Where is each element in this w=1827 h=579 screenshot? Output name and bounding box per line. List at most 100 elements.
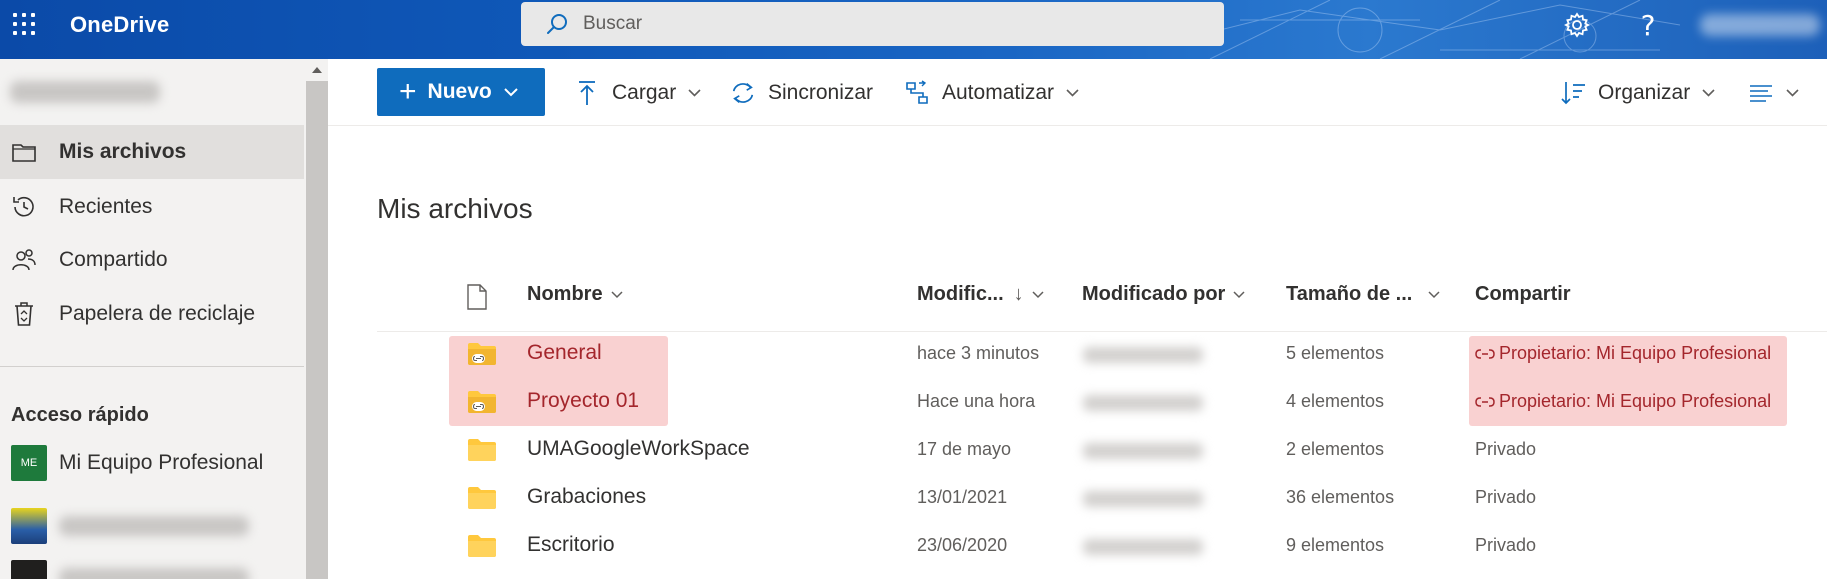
nav-item-label: Papelera de reciclaje — [59, 302, 256, 325]
column-header-modified-by[interactable]: Modificado por — [1082, 283, 1245, 306]
quick-access-item-mi-equipo[interactable]: ME Mi Equipo Profesional — [11, 442, 305, 484]
column-header-name[interactable]: Nombre — [527, 283, 623, 306]
link-icon — [1475, 396, 1495, 407]
table-row[interactable]: General hace 3 minutos 5 elementos Propi… — [377, 331, 1827, 426]
column-header-size[interactable]: Tamaño de ... — [1286, 283, 1440, 306]
nav-item-recientes[interactable]: Recientes — [0, 180, 304, 234]
upload-arrow-icon — [574, 80, 600, 106]
sharing-status-label: Propietario: Mi Equipo Profesional — [1499, 391, 1772, 411]
nav-item-papelera[interactable]: Papelera de reciclaje — [0, 287, 304, 341]
column-header-sharing[interactable]: Compartir — [1475, 283, 1571, 306]
office-logo-icon — [11, 560, 47, 579]
nav-item-compartido[interactable]: Compartido — [0, 233, 304, 287]
table-row[interactable]: Grabaciones 13/01/2021 36 elementos Priv… — [377, 475, 1827, 523]
shared-folder-icon — [468, 343, 496, 365]
column-header-modified[interactable]: Modific... ↓ — [917, 283, 1044, 306]
search-box[interactable] — [521, 2, 1224, 46]
file-name-link[interactable]: General — [527, 341, 602, 365]
automate-button[interactable]: Automatizar — [904, 78, 1079, 108]
sharing-status-label: Propietario: Mi Equipo Profesional — [1499, 343, 1772, 363]
nav-item-mis-archivos[interactable]: Mis archivos — [0, 125, 304, 179]
chevron-down-icon — [1786, 89, 1799, 97]
settings-gear-icon[interactable] — [1562, 10, 1592, 40]
page-title: Mis archivos — [377, 193, 533, 224]
column-header-label: Modific... — [917, 283, 1004, 305]
search-icon — [547, 14, 567, 34]
chevron-down-icon — [1428, 290, 1440, 298]
file-name-link[interactable]: UMAGoogleWorkSpace — [527, 437, 750, 461]
modified-by-redacted — [1083, 539, 1203, 555]
quick-access-label-redacted — [59, 516, 249, 536]
item-count: 9 elementos — [1286, 535, 1385, 555]
sync-icon — [730, 80, 756, 106]
sort-icon — [1560, 80, 1586, 106]
nav-item-label: Mis archivos — [59, 140, 187, 163]
nav-item-label: Compartido — [59, 248, 168, 271]
sharing-status[interactable]: Privado — [1475, 439, 1536, 460]
upload-button[interactable]: Cargar — [574, 78, 701, 108]
sharing-status[interactable]: Privado — [1475, 487, 1536, 508]
team-badge-icon: ME — [11, 445, 47, 481]
quick-access-title: Acceso rápido — [11, 404, 149, 426]
column-header-label: Modificado por — [1082, 283, 1226, 305]
search-input[interactable] — [583, 13, 1183, 35]
view-options-button[interactable] — [1748, 78, 1799, 108]
file-name-link[interactable]: Proyecto 01 — [527, 389, 639, 413]
shared-folder-icon — [468, 391, 496, 413]
item-count: 4 elementos — [1286, 391, 1385, 411]
recycle-bin-icon — [10, 300, 38, 328]
sort-descending-icon: ↓ — [1013, 283, 1024, 305]
chevron-down-icon — [688, 89, 701, 97]
table-row[interactable]: UMAGoogleWorkSpace 17 de mayo 2 elemento… — [377, 427, 1827, 475]
table-row[interactable]: Proyecto 01 Hace una hora 4 elementos Pr… — [377, 379, 1827, 427]
sync-button[interactable]: Sincronizar — [730, 78, 873, 108]
column-header-label: Nombre — [527, 283, 603, 305]
file-name-link[interactable]: Escritorio — [527, 533, 615, 557]
folder-icon — [468, 487, 496, 509]
new-button-label: Nuevo — [427, 80, 492, 103]
item-count: 5 elementos — [1286, 343, 1385, 363]
account-name-redacted[interactable] — [1700, 14, 1820, 36]
quick-access-item-redacted-2[interactable] — [11, 557, 305, 579]
plus-icon: + — [399, 75, 417, 108]
item-count: 2 elementos — [1286, 439, 1385, 459]
column-header-label: Compartir — [1475, 283, 1571, 305]
upload-label: Cargar — [612, 81, 677, 104]
help-icon[interactable]: ? — [1633, 9, 1663, 42]
modified-by-redacted — [1083, 395, 1203, 411]
quick-access-item-redacted[interactable] — [11, 505, 305, 547]
automate-flow-icon — [904, 80, 930, 106]
app-title[interactable]: OneDrive — [70, 12, 169, 38]
people-icon — [10, 246, 38, 274]
sharing-status[interactable]: Privado — [1475, 535, 1536, 556]
modified-date: hace 3 minutos — [917, 343, 1040, 363]
chevron-down-icon — [504, 87, 518, 96]
app-launcher-icon[interactable] — [10, 10, 38, 38]
sharing-status[interactable]: Propietario: Mi Equipo Profesional — [1475, 343, 1771, 364]
item-count: 36 elementos — [1286, 487, 1395, 507]
sort-label: Organizar — [1598, 81, 1691, 104]
scrollbar-thumb[interactable] — [306, 81, 328, 579]
modified-date: 23/06/2020 — [917, 535, 1008, 555]
history-icon — [10, 193, 38, 221]
nav-divider — [0, 366, 304, 367]
modified-by-redacted — [1083, 443, 1203, 459]
modified-by-redacted — [1083, 491, 1203, 507]
scroll-up-icon[interactable] — [312, 67, 322, 73]
chevron-down-icon — [611, 290, 623, 298]
folder-icon — [10, 138, 38, 166]
file-name-link[interactable]: Grabaciones — [527, 485, 646, 509]
quick-access-label-redacted — [59, 568, 249, 579]
sort-button[interactable]: Organizar — [1560, 78, 1715, 108]
modified-by-redacted — [1083, 347, 1203, 363]
sharing-status[interactable]: Propietario: Mi Equipo Profesional — [1475, 391, 1771, 412]
file-type-column-icon[interactable] — [466, 284, 488, 310]
user-name-redacted — [10, 81, 160, 103]
left-navigation: Mis archivos Recientes Compartido Papele… — [0, 59, 328, 579]
folder-icon — [468, 535, 496, 557]
chevron-down-icon — [1066, 89, 1079, 97]
header-background-pattern — [1180, 0, 1680, 59]
new-button[interactable]: + Nuevo — [377, 68, 545, 116]
table-row[interactable]: Escritorio 23/06/2020 9 elementos Privad… — [377, 523, 1827, 571]
nav-scrollbar[interactable] — [306, 59, 328, 579]
